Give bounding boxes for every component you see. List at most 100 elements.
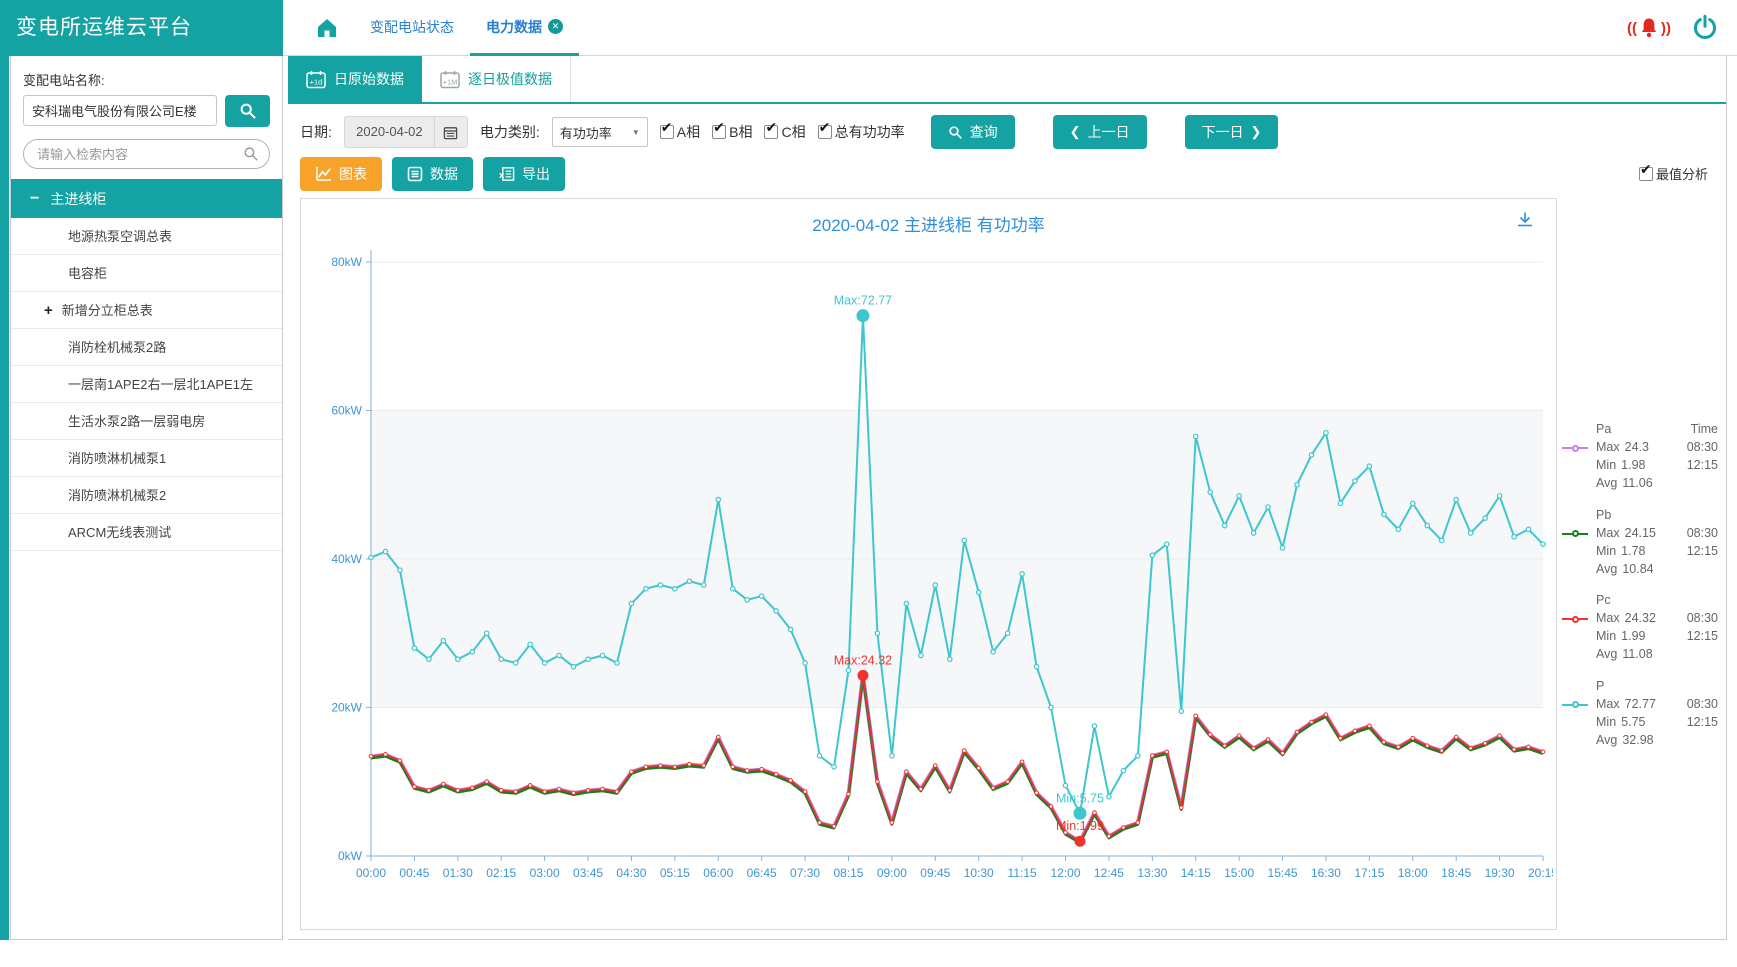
tree-item[interactable]: 一层南1APE2右一层北1APE1左 (11, 366, 282, 403)
alarm-button[interactable]: (( )) (1627, 15, 1671, 41)
query-button[interactable]: 查询 (931, 115, 1015, 149)
home-button[interactable] (300, 0, 354, 56)
tree-item[interactable]: 消防喷淋机械泵1 (11, 440, 282, 477)
station-name-input[interactable] (23, 95, 217, 126)
checkbox-box: ✔ (764, 125, 778, 139)
line-chart-icon (315, 166, 332, 182)
tree-item[interactable]: ARCM无线表测试 (11, 514, 282, 551)
legend-min-time: 12:15 (1687, 627, 1718, 645)
collapse-icon: − (30, 190, 39, 208)
tree-item-expandable[interactable]: + 新增分立柜总表 (11, 292, 282, 329)
svg-text:00:45: 00:45 (399, 866, 429, 880)
svg-text:04:30: 04:30 (616, 866, 646, 880)
svg-text:+1d: +1d (310, 77, 323, 86)
svg-text:01:30: 01:30 (442, 866, 472, 880)
checkbox-phase-a[interactable]: ✔ A相 (660, 122, 700, 142)
legend-max-label: Max (1596, 438, 1620, 456)
svg-text:0kW: 0kW (338, 849, 363, 863)
legend-marker-p (1562, 699, 1588, 711)
legend-series-name: Pc (1596, 591, 1611, 609)
tree-item[interactable]: 地源热泵空调总表 (11, 218, 282, 255)
nav-link-label: 电力数据 (486, 17, 542, 37)
date-label: 日期: (300, 122, 332, 142)
expand-icon[interactable]: + (44, 302, 53, 319)
app-window: 变电所运维云平台 变配电站状态 电力数据 ✕ (( )) (0, 0, 1737, 967)
power-type-label: 电力类别: (480, 122, 540, 142)
date-value[interactable]: 2020-04-02 (344, 116, 434, 148)
tab-label: 日原始数据 (334, 69, 404, 89)
legend-entry-p: P Max72.7708:30 Min5.7512:15 Avg32.98 (1562, 677, 1718, 750)
app-title-text: 变电所运维云平台 (16, 16, 192, 39)
tab-daily-raw-data[interactable]: +1d 日原始数据 (288, 56, 422, 102)
previous-day-button[interactable]: ❮ 上一日 (1053, 115, 1147, 149)
svg-text:80kW: 80kW (331, 255, 362, 269)
tree-item[interactable]: 生活水泵2路一层弱电房 (11, 403, 282, 440)
top-bar: 变电所运维云平台 变配电站状态 电力数据 ✕ (( )) (0, 0, 1737, 56)
svg-text:16:30: 16:30 (1310, 866, 1340, 880)
legend-text: Pc Max24.3208:30 Min1.9912:15 Avg11.08 (1596, 591, 1718, 664)
data-tabstrip: +1d 日原始数据 +1M 逐日极值数据 (288, 56, 1726, 104)
nav-link-station-status[interactable]: 变配电站状态 (354, 0, 470, 56)
check-icon: ✔ (1640, 161, 1652, 178)
svg-text:Max:24.32: Max:24.32 (833, 653, 891, 667)
svg-text:40kW: 40kW (331, 552, 362, 566)
svg-text:+1M: +1M (443, 77, 458, 86)
checkbox-box: ✔ (660, 125, 674, 139)
checkbox-total-power[interactable]: ✔ 总有功功率 (818, 122, 905, 142)
checkbox-phase-b[interactable]: ✔ B相 (712, 122, 752, 142)
nav-link-label: 变配电站状态 (370, 17, 454, 37)
power-type-select[interactable]: 有功功率 ▼ (552, 117, 648, 147)
legend-avg-value: 32.98 (1622, 731, 1653, 749)
legend-time-header: Time (1691, 420, 1718, 438)
left-accent-strip (0, 0, 9, 940)
station-search-button[interactable] (225, 95, 270, 127)
legend-min-label: Min (1596, 627, 1616, 645)
tree-item[interactable]: 消防喷淋机械泵2 (11, 477, 282, 514)
search-icon (948, 125, 963, 140)
tree-root-label: 主进线柜 (50, 189, 106, 209)
app-title: 变电所运维云平台 (0, 0, 283, 56)
tree-item[interactable]: 消防栓机械泵2路 (11, 329, 282, 366)
previous-day-label: 上一日 (1088, 122, 1130, 142)
tree-item[interactable]: 电容柜 (11, 255, 282, 292)
data-view-label: 数据 (430, 164, 458, 184)
svg-text:05:15: 05:15 (659, 866, 689, 880)
next-day-button[interactable]: 下一日 ❯ (1185, 115, 1279, 149)
header-icons: (( )) (1627, 0, 1719, 56)
legend-min-value: 5.75 (1621, 713, 1645, 731)
legend-max-value: 24.32 (1625, 609, 1656, 627)
close-tab-icon[interactable]: ✕ (548, 19, 563, 34)
tab-daily-extreme-data[interactable]: +1M 逐日极值数据 (422, 56, 571, 102)
svg-text:00:00: 00:00 (355, 866, 385, 880)
station-search-row (23, 95, 270, 127)
tree-search-input[interactable] (23, 139, 270, 169)
checkbox-phase-c[interactable]: ✔ C相 (764, 122, 805, 142)
logout-button[interactable] (1691, 14, 1719, 42)
legend-avg-value: 11.06 (1622, 474, 1652, 492)
data-view-button[interactable]: 数据 (392, 157, 473, 191)
chart-container: 2020-04-02 主进线柜 有功功率 0kW20kW40kW60kW80kW… (300, 198, 1557, 930)
chart-view-button[interactable]: 图表 (300, 157, 382, 191)
svg-text:Min:5.75: Min:5.75 (1056, 791, 1104, 805)
checkbox-box: ✔ (712, 125, 726, 139)
alarm-wave-left: (( (1627, 20, 1637, 37)
select-value: 有功功率 (560, 123, 612, 142)
legend-max-label: Max (1596, 609, 1620, 627)
legend-min-time: 12:15 (1687, 713, 1718, 731)
extreme-analysis-checkbox[interactable]: ✔ 最值分析 (1639, 164, 1708, 183)
svg-text:18:45: 18:45 (1441, 866, 1471, 880)
legend-entry-pc: Pc Max24.3208:30 Min1.9912:15 Avg11.08 (1562, 591, 1718, 664)
sidebar: 变配电站名称: − 主进线柜 地源热泵空调总表 电容柜 (10, 56, 283, 940)
download-button[interactable] (1516, 211, 1534, 233)
legend-min-label: Min (1596, 542, 1616, 560)
tree-root-main-cabinet[interactable]: − 主进线柜 (11, 179, 282, 218)
tree-item-label: 新增分立柜总表 (62, 303, 153, 318)
legend-max-value: 24.3 (1625, 438, 1649, 456)
query-label: 查询 (970, 122, 998, 142)
nav-link-power-data[interactable]: 电力数据 ✕ (470, 0, 579, 56)
date-picker[interactable]: 2020-04-02 (344, 116, 468, 148)
export-button[interactable]: x 导出 (483, 157, 565, 191)
svg-text:14:15: 14:15 (1180, 866, 1210, 880)
svg-text:10:30: 10:30 (963, 866, 993, 880)
calendar-button[interactable] (434, 116, 468, 148)
